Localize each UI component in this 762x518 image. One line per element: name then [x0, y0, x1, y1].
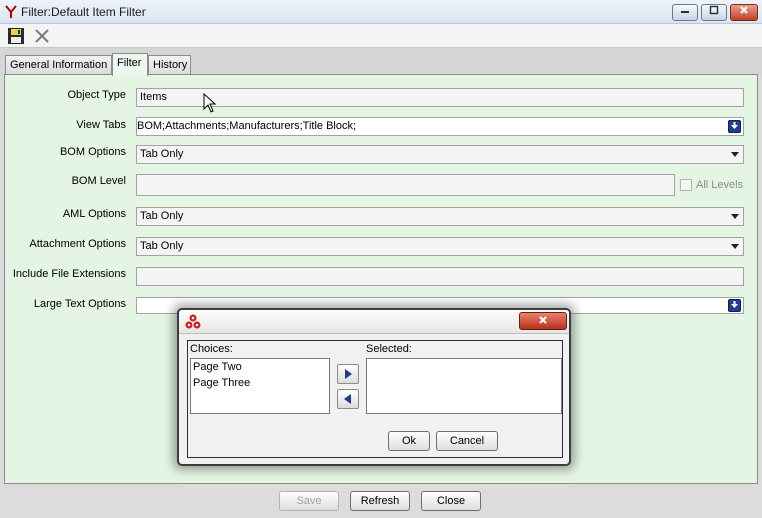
selected-label: Selected:	[366, 343, 412, 355]
large-text-options-label: Large Text Options	[33, 298, 126, 310]
dialog-ok-button[interactable]: Ok	[388, 431, 430, 451]
view-tabs-label: View Tabs	[76, 119, 126, 131]
floppy-save-icon	[7, 28, 25, 48]
arrow-left-icon	[344, 394, 351, 404]
object-type-field[interactable]: Items	[136, 88, 744, 107]
chevron-down-icon	[731, 152, 739, 157]
delete-toolbar-button[interactable]	[33, 27, 51, 45]
maximize-button[interactable]	[701, 4, 727, 21]
tab-filter[interactable]: Filter	[112, 53, 148, 76]
choices-label: Choices:	[190, 343, 233, 355]
close-icon	[739, 6, 749, 18]
down-arrow-icon	[730, 301, 739, 311]
maximize-icon	[709, 5, 719, 18]
selected-list[interactable]	[366, 358, 562, 414]
attachment-options-label: Attachment Options	[29, 238, 126, 250]
aml-options-value: Tab Only	[140, 210, 184, 222]
include-file-extensions-field[interactable]	[136, 267, 744, 286]
close-icon	[538, 314, 548, 328]
view-tabs-picker-button[interactable]	[728, 120, 741, 133]
choices-list[interactable]: Page Two Page Three	[190, 358, 330, 414]
toolbar	[0, 24, 762, 48]
bom-level-field[interactable]	[136, 174, 675, 196]
save-toolbar-button[interactable]	[7, 27, 25, 45]
minimize-icon	[680, 6, 690, 18]
list-item[interactable]: Page Two	[193, 361, 242, 373]
move-right-button[interactable]	[337, 364, 359, 384]
include-file-extensions-label: Include File Extensions	[12, 268, 126, 280]
innovator-dialog-icon	[185, 314, 201, 333]
all-levels-label: All Levels	[696, 179, 744, 191]
tab-general-information[interactable]: General Information	[5, 55, 112, 74]
innovator-logo-icon	[5, 5, 17, 19]
dialog-close-button[interactable]	[519, 312, 567, 330]
x-delete-icon	[33, 29, 51, 48]
window-close-button[interactable]	[730, 4, 758, 21]
view-tabs-value: BOM;Attachments;Manufacturers;Title Bloc…	[137, 120, 357, 132]
object-type-value: Items	[140, 91, 167, 103]
large-text-options-picker-button[interactable]	[728, 299, 741, 312]
dialog-title-bar	[179, 310, 569, 334]
chevron-down-icon	[731, 214, 739, 219]
arrow-right-icon	[345, 369, 352, 379]
view-tabs-field[interactable]: BOM;Attachments;Manufacturers;Title Bloc…	[136, 117, 744, 136]
window-title: Filter:Default Item Filter	[21, 5, 146, 19]
save-button[interactable]: Save	[279, 491, 339, 511]
bom-options-label: BOM Options	[59, 146, 126, 158]
list-item[interactable]: Page Three	[193, 377, 250, 389]
dialog-body: Choices: Selected: Page Two Page Three O…	[187, 340, 563, 458]
all-levels-checkbox[interactable]	[680, 179, 692, 191]
down-arrow-icon	[730, 122, 739, 132]
chevron-down-icon	[731, 244, 739, 249]
dialog-cancel-button[interactable]: Cancel	[436, 431, 498, 451]
move-left-button[interactable]	[337, 389, 359, 409]
tab-history[interactable]: History	[148, 55, 191, 74]
attachment-options-value: Tab Only	[140, 240, 184, 252]
tab-label: Filter	[117, 57, 142, 69]
object-type-label: Object Type	[67, 89, 127, 101]
choices-dialog: Choices: Selected: Page Two Page Three O…	[177, 308, 571, 466]
attachment-options-select[interactable]: Tab Only	[136, 237, 744, 256]
aml-options-select[interactable]: Tab Only	[136, 207, 744, 226]
tab-label: History	[153, 59, 188, 71]
bom-options-value: Tab Only	[140, 148, 184, 160]
refresh-button[interactable]: Refresh	[350, 491, 410, 511]
bom-level-label: BOM Level	[71, 175, 126, 187]
aml-options-label: AML Options	[62, 208, 126, 220]
tab-label: General Information	[10, 59, 108, 71]
title-bar: Filter:Default Item Filter	[0, 0, 762, 24]
minimize-button[interactable]	[672, 4, 698, 21]
close-button[interactable]: Close	[421, 491, 481, 511]
bom-options-select[interactable]: Tab Only	[136, 145, 744, 164]
mouse-cursor-icon	[203, 92, 217, 116]
